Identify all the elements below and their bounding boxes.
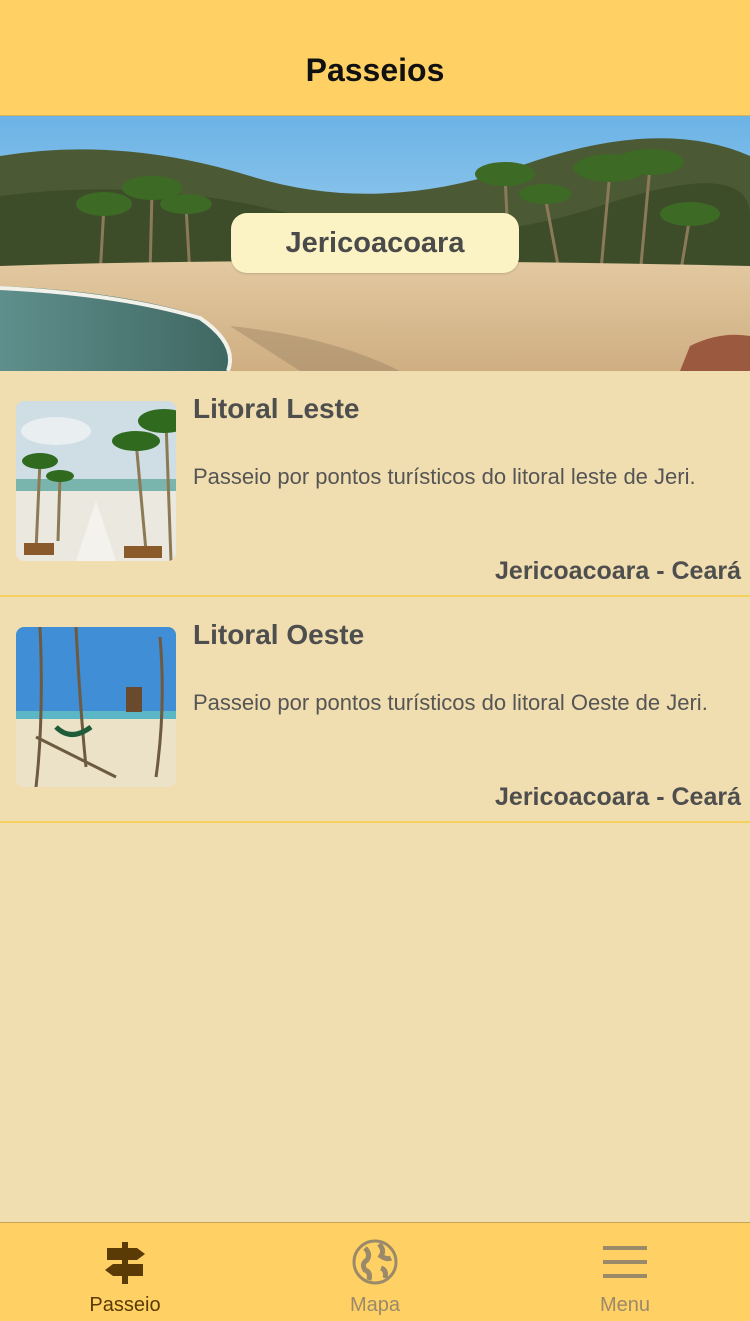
tab-bar: Passeio Mapa Menu bbox=[0, 1222, 750, 1321]
hero-location-label: Jericoacoara bbox=[231, 213, 519, 273]
hero-banner[interactable]: Jericoacoara bbox=[0, 116, 750, 371]
tab-passeio[interactable]: Passeio bbox=[0, 1223, 250, 1321]
tour-description: Passeio por pontos turísticos do litoral… bbox=[193, 690, 708, 715]
tab-label: Passeio bbox=[89, 1294, 161, 1316]
tab-menu[interactable]: Menu bbox=[500, 1223, 750, 1321]
navigation-bar: Passeios bbox=[0, 0, 750, 116]
tour-list: Litoral Leste Passeio por pontos turísti… bbox=[0, 371, 750, 823]
tour-thumbnail bbox=[16, 627, 176, 787]
app-screen: Passeios Jericoacoara Litoral Leste Pass… bbox=[0, 0, 750, 1321]
hamburger-menu-icon bbox=[600, 1237, 650, 1287]
tour-row-litoral-oeste[interactable]: Litoral Oeste Passeio por pontos turísti… bbox=[0, 597, 750, 823]
tab-mapa[interactable]: Mapa bbox=[250, 1223, 500, 1321]
tab-label: Menu bbox=[599, 1294, 651, 1316]
tour-description: Passeio por pontos turísticos do litoral… bbox=[193, 464, 696, 489]
tour-thumbnail bbox=[16, 401, 176, 561]
tour-title: Litoral Oeste bbox=[193, 619, 365, 650]
globe-icon bbox=[350, 1237, 400, 1287]
signpost-icon bbox=[100, 1237, 150, 1287]
tour-row-litoral-leste[interactable]: Litoral Leste Passeio por pontos turísti… bbox=[0, 371, 750, 597]
tab-label: Mapa bbox=[349, 1294, 401, 1316]
tour-location: Jericoacoara - Ceará bbox=[495, 557, 741, 585]
page-title: Passeios bbox=[305, 52, 445, 88]
tour-location: Jericoacoara - Ceará bbox=[495, 783, 741, 811]
tour-title: Litoral Leste bbox=[193, 393, 360, 424]
